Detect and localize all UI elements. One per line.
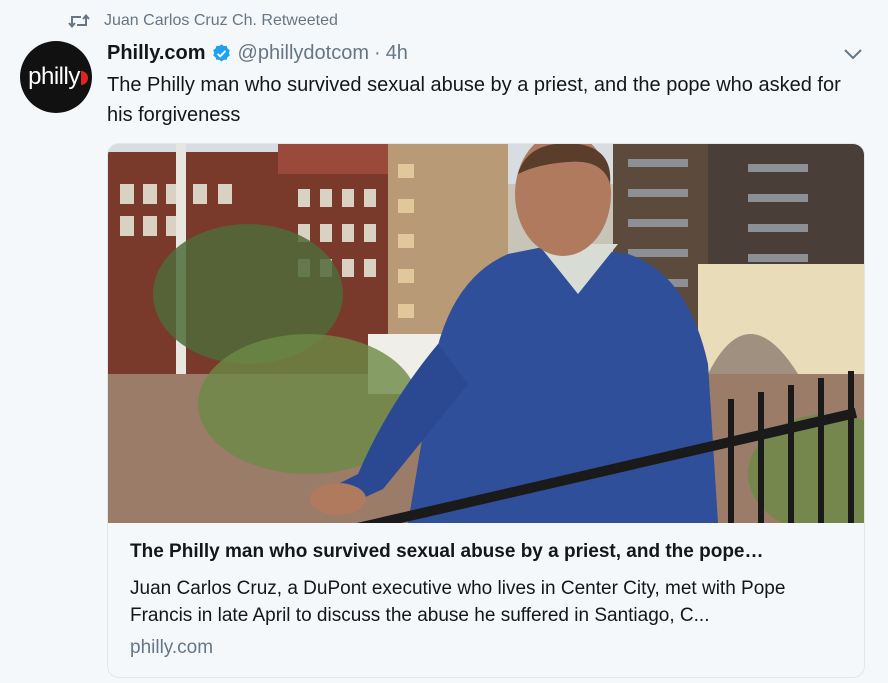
retweet-text[interactable]: Juan Carlos Cruz Ch. Retweeted [104,12,338,30]
verified-badge-icon [211,43,232,64]
chevron-down-icon[interactable] [843,47,863,61]
avatar-logo-dot [80,71,88,85]
link-card[interactable]: The Philly man who survived sexual abuse… [107,143,865,678]
author-name[interactable]: Philly.com [107,42,206,65]
tweet-header: Philly.com @phillydotcom · 4h [107,40,408,66]
avatar-logo-text: philly [28,63,80,90]
article-photo[interactable] [108,144,864,523]
card-title[interactable]: The Philly man who survived sexual abuse… [130,541,850,563]
tweet-timestamp[interactable]: 4h [386,42,408,65]
avatar[interactable]: philly [20,41,92,113]
retweet-context: Juan Carlos Cruz Ch. Retweeted [68,10,338,32]
author-handle[interactable]: @phillydotcom [238,42,369,65]
tweet-text: The Philly man who survived sexual abuse… [107,74,841,126]
retweet-icon [68,13,90,29]
header-separator: · [374,41,381,64]
card-domain: philly.com [130,637,214,658]
card-description: Juan Carlos Cruz, a DuPont executive who… [130,578,786,626]
